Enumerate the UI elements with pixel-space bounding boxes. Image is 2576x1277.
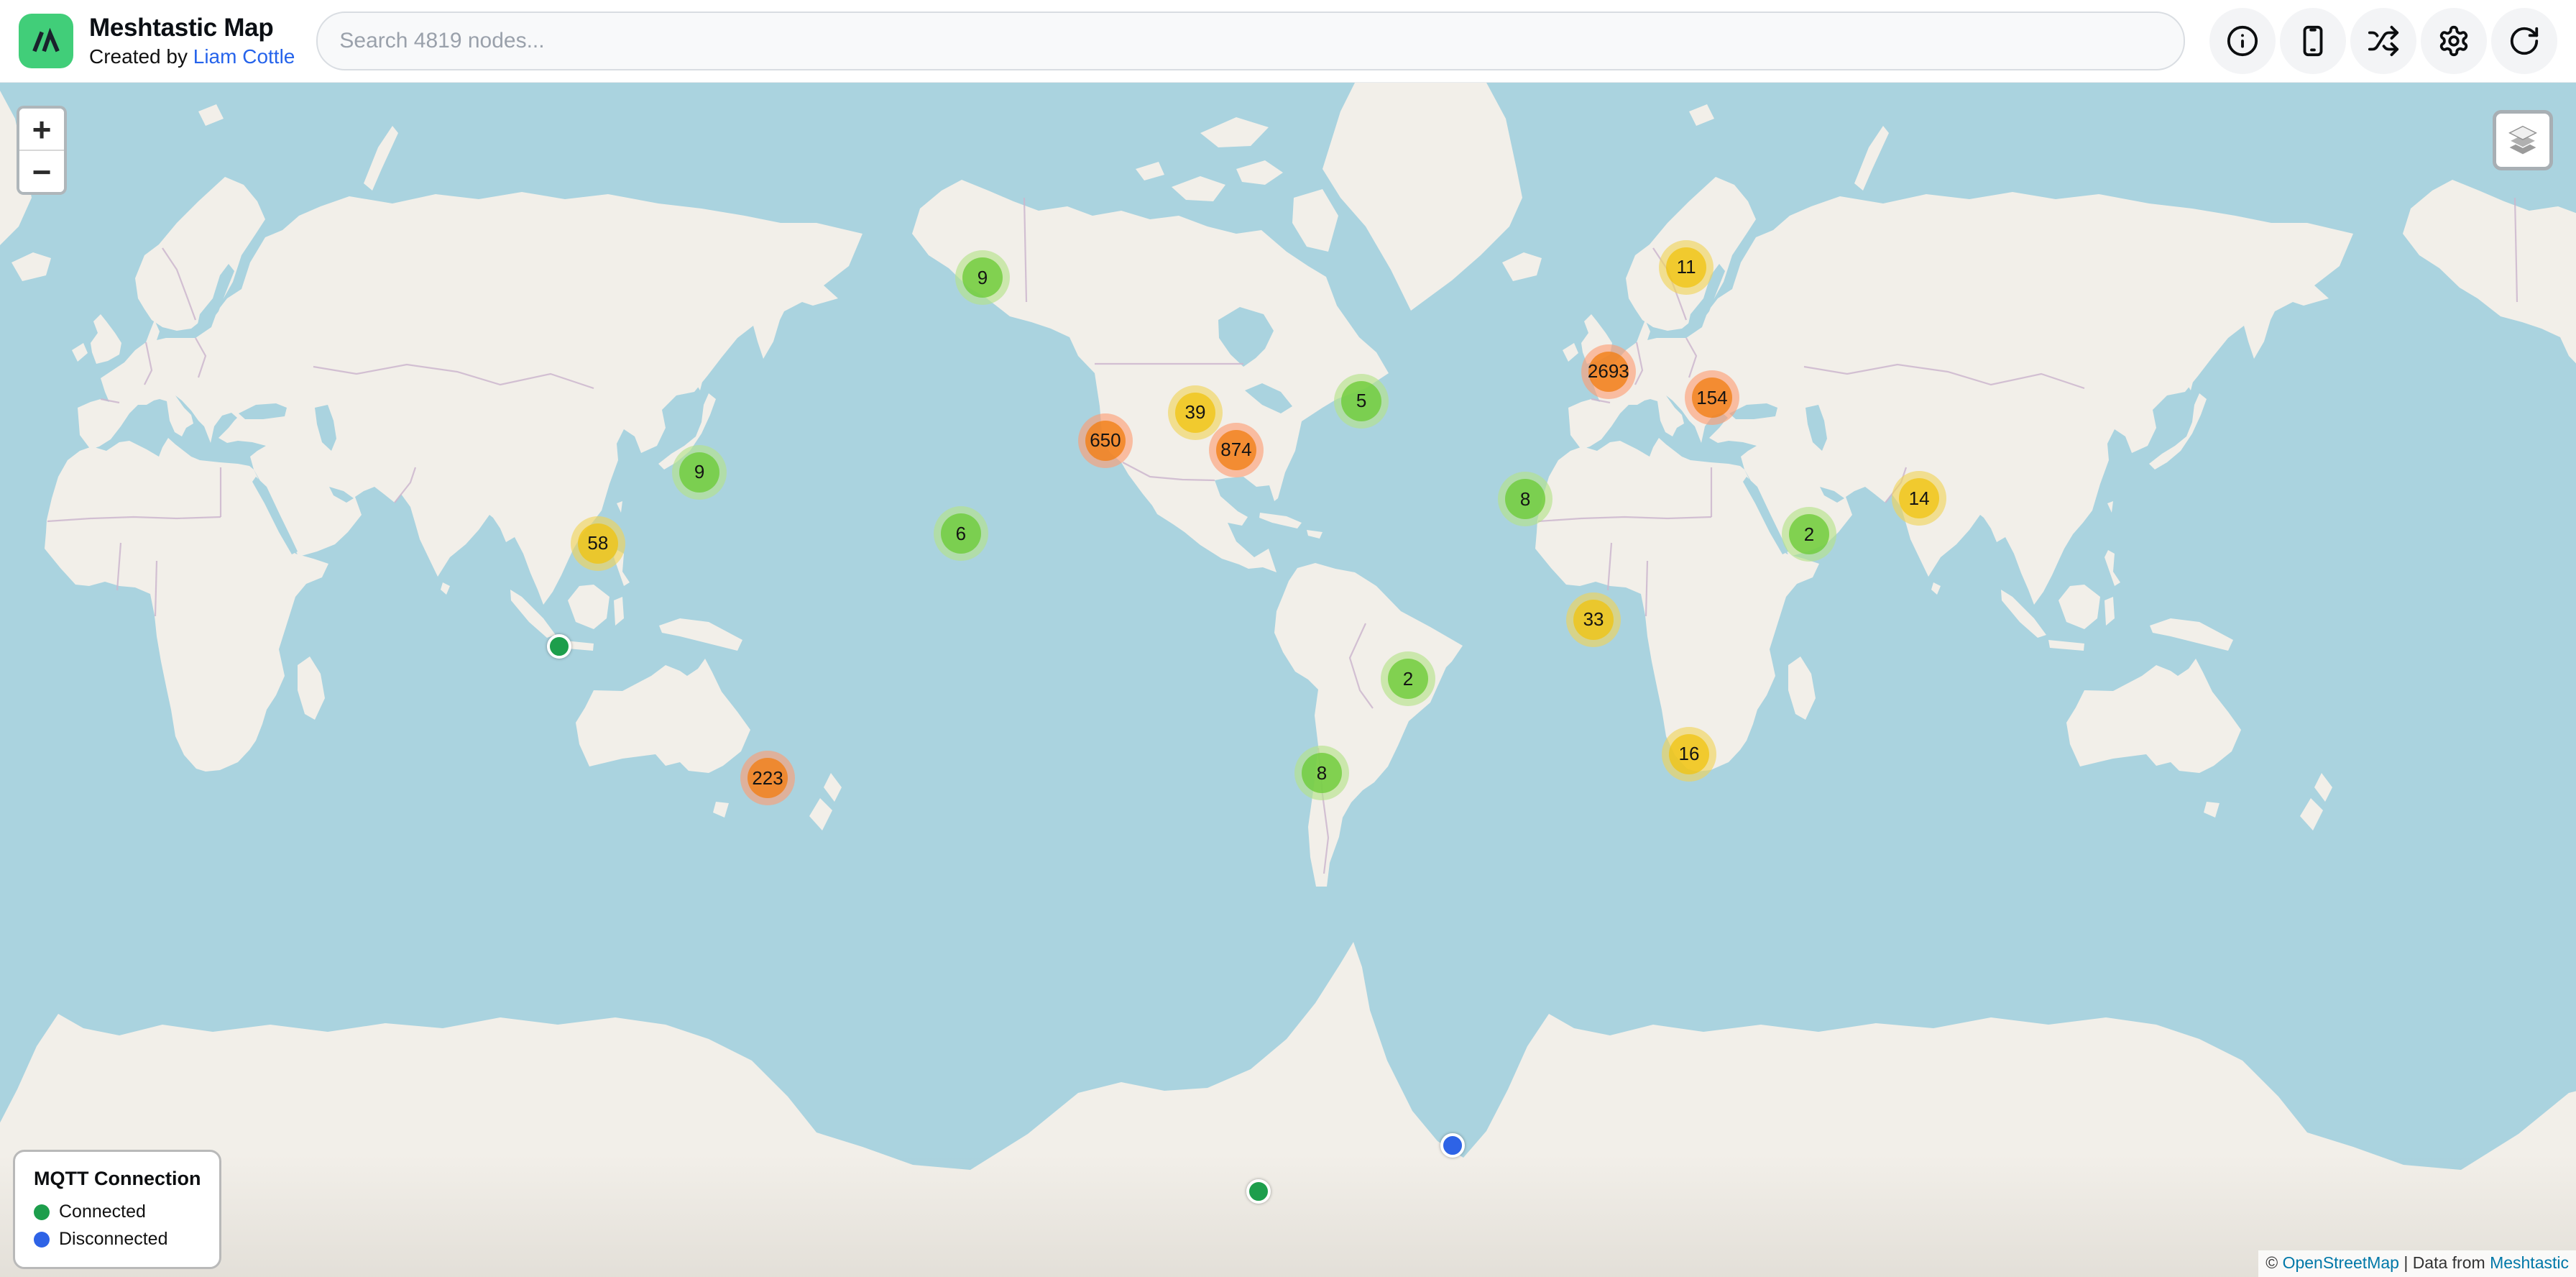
cluster-count: 39 [1185, 401, 1206, 424]
meshtastic-logo-icon [19, 14, 73, 68]
mqtt-connection-legend: MQTT Connection Connected Disconnected [13, 1150, 221, 1269]
cluster-count: 223 [752, 767, 783, 789]
cluster-marker[interactable]: 2693 [1581, 344, 1636, 399]
app-title-block: Meshtastic Map Created by Liam Cottle [89, 14, 295, 68]
legend-title: MQTT Connection [34, 1168, 201, 1190]
cluster-marker[interactable]: 58 [571, 516, 625, 571]
node-marker-connected[interactable] [547, 634, 571, 659]
cluster-marker[interactable]: 8 [1294, 746, 1349, 800]
random-node-button[interactable] [2350, 8, 2416, 74]
cluster-count: 33 [1583, 608, 1604, 631]
cluster-marker[interactable]: 9 [955, 250, 1010, 305]
cluster-marker[interactable]: 9 [672, 445, 727, 500]
cluster-marker[interactable]: 39 [1168, 385, 1223, 440]
map-attribution: © OpenStreetMap | Data from Meshtastic [2258, 1250, 2576, 1277]
node-marker-connected[interactable] [1246, 1179, 1271, 1204]
cluster-marker[interactable]: 11 [1659, 240, 1714, 295]
cluster-count: 5 [1356, 390, 1366, 412]
settings-gear-icon [2437, 24, 2470, 58]
cluster-marker[interactable]: 33 [1566, 592, 1621, 647]
cluster-marker[interactable]: 5 [1334, 374, 1389, 429]
settings-button[interactable] [2421, 8, 2487, 74]
cluster-marker[interactable]: 6 [934, 506, 988, 561]
cluster-marker[interactable]: 2 [1381, 651, 1435, 706]
author-link[interactable]: Liam Cottle [193, 45, 295, 68]
zoom-out-button[interactable]: − [19, 151, 64, 192]
cluster-count: 154 [1696, 387, 1727, 409]
cluster-count: 14 [1909, 488, 1930, 510]
zoom-in-button[interactable]: + [19, 109, 64, 151]
info-icon [2226, 24, 2259, 58]
cluster-count: 58 [587, 532, 608, 554]
search-input[interactable] [316, 12, 2185, 70]
cluster-count: 8 [1520, 488, 1530, 511]
cluster-count: 2693 [1588, 360, 1629, 383]
node-marker-disconnected[interactable] [1440, 1133, 1465, 1158]
cluster-marker[interactable]: 650 [1078, 413, 1133, 468]
layers-icon [2506, 124, 2539, 156]
info-button[interactable] [2209, 8, 2276, 74]
top-bar: Meshtastic Map Created by Liam Cottle [0, 0, 2576, 83]
marker-layer: 911269315439650874581429586332816223 [0, 83, 2576, 1277]
cluster-count: 650 [1090, 429, 1121, 452]
cluster-count: 9 [978, 267, 988, 289]
cluster-marker[interactable]: 8 [1498, 472, 1552, 526]
cluster-count: 2 [1804, 523, 1814, 546]
legend-item-disconnected: Disconnected [34, 1229, 201, 1250]
page-title: Meshtastic Map [89, 14, 295, 42]
cluster-marker[interactable]: 223 [740, 751, 795, 805]
refresh-button[interactable] [2491, 8, 2557, 74]
cluster-count: 874 [1220, 439, 1251, 461]
zoom-control: + − [17, 106, 67, 195]
connected-dot-icon [34, 1204, 50, 1220]
cluster-count: 11 [1677, 256, 1696, 278]
byline: Created by Liam Cottle [89, 45, 295, 68]
cluster-count: 2 [1403, 668, 1413, 690]
openstreetmap-link[interactable]: OpenStreetMap [2283, 1253, 2399, 1272]
meshtastic-link[interactable]: Meshtastic [2490, 1253, 2569, 1272]
mobile-device-icon [2296, 24, 2329, 58]
refresh-icon [2508, 24, 2541, 58]
layers-control[interactable] [2493, 110, 2553, 170]
map-canvas[interactable]: 911269315439650874581429586332816223 + −… [0, 83, 2576, 1277]
cluster-marker[interactable]: 874 [1209, 423, 1264, 477]
legend-item-connected: Connected [34, 1202, 201, 1222]
disconnected-dot-icon [34, 1232, 50, 1248]
shuffle-icon [2367, 24, 2400, 58]
cluster-count: 9 [694, 461, 704, 483]
cluster-count: 6 [956, 523, 966, 545]
cluster-marker[interactable]: 16 [1662, 727, 1716, 782]
cluster-count: 16 [1679, 743, 1700, 765]
cluster-marker[interactable]: 154 [1685, 370, 1739, 425]
cluster-marker[interactable]: 14 [1892, 471, 1946, 526]
cluster-count: 8 [1317, 762, 1327, 784]
mobile-device-button[interactable] [2280, 8, 2346, 74]
cluster-marker[interactable]: 2 [1782, 507, 1836, 562]
